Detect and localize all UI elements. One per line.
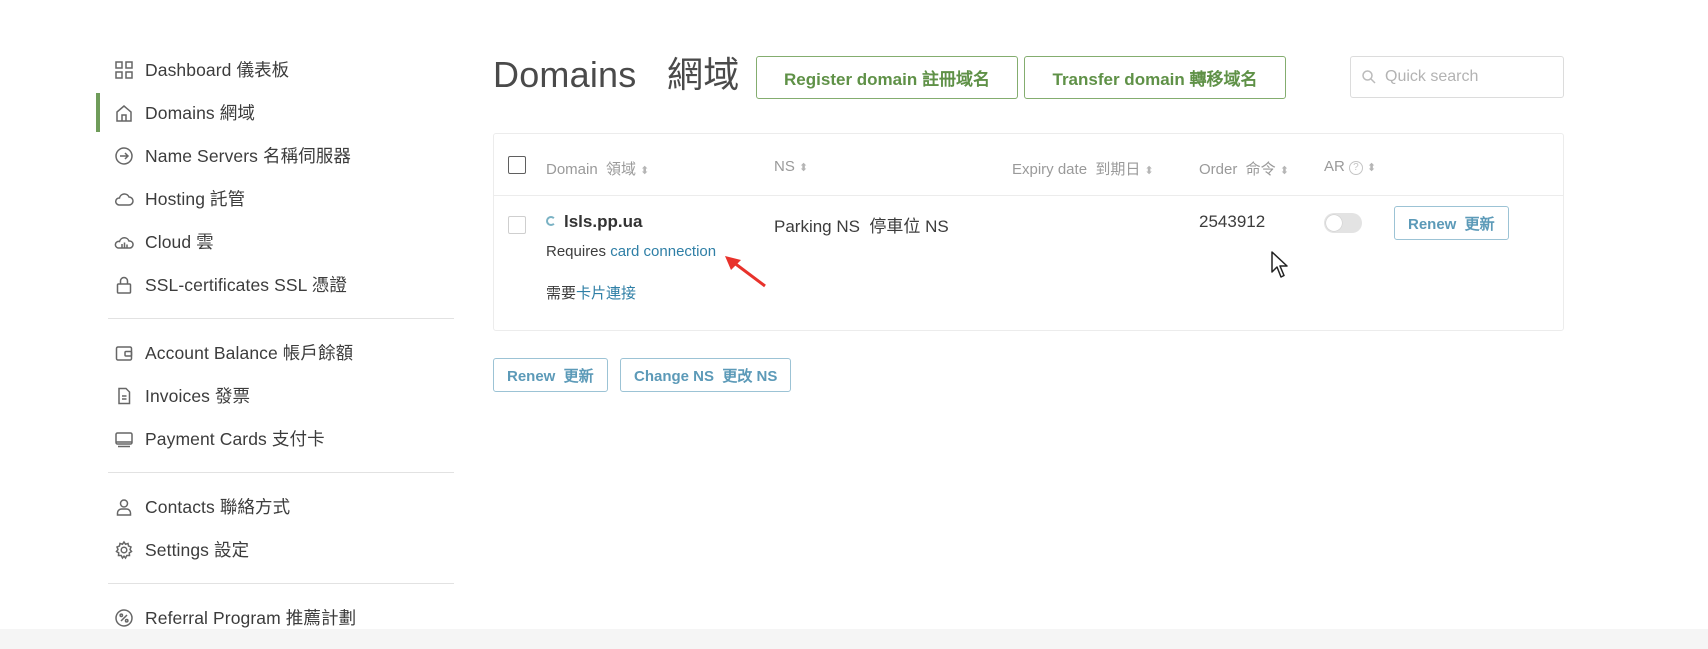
search-input[interactable] — [1385, 68, 1555, 86]
sidebar-item-dashboard[interactable]: Dashboard 儀表板 — [108, 48, 454, 91]
sidebar-item-contacts[interactable]: Contacts 聯絡方式 — [108, 485, 454, 528]
column-header-ns[interactable]: NS ⬍ — [774, 158, 808, 175]
column-header-expiry[interactable]: Expiry date 到期日 ⬍ — [1012, 158, 1154, 179]
sidebar-item-label: Payment Cards 支付卡 — [145, 429, 325, 449]
change-ns-button[interactable]: Change NS 更改 NS — [620, 358, 792, 392]
auto-renew-toggle[interactable] — [1324, 213, 1362, 233]
sidebar-item-invoices[interactable]: Invoices 發票 — [108, 374, 454, 417]
sidebar-item-label: Dashboard 儀表板 — [145, 60, 290, 80]
cloud-icon — [113, 188, 135, 210]
order-cell: 2543912 — [1199, 212, 1266, 231]
home-icon — [113, 102, 135, 124]
wallet-icon — [113, 342, 135, 364]
column-label: Order 命令 — [1199, 161, 1276, 178]
sidebar-item-label: Name Servers 名稱伺服器 — [145, 146, 351, 166]
card-icon — [113, 428, 135, 450]
sidebar-item-cloud[interactable]: Cloud 雲 — [108, 220, 454, 263]
sidebar-item-label: Cloud 雲 — [145, 232, 214, 252]
card-connection-link-zh[interactable]: 卡片連接 — [576, 285, 636, 302]
arrow-circle-icon — [113, 145, 135, 167]
transfer-domain-button[interactable]: Transfer domain 轉移域名 — [1024, 56, 1286, 99]
sidebar-item-label: Invoices 發票 — [145, 386, 251, 406]
sort-icon: ⬍ — [640, 165, 650, 177]
sidebar-item-label: Settings 設定 — [145, 540, 250, 560]
mouse-cursor-icon — [1271, 251, 1288, 278]
sidebar-divider — [108, 472, 454, 473]
gear-icon — [113, 539, 135, 561]
document-icon — [113, 385, 135, 407]
column-label: NS — [774, 158, 795, 175]
column-header-order[interactable]: Order 命令 ⬍ — [1199, 158, 1289, 179]
sidebar-item-label: Domains 網域 — [145, 103, 255, 123]
domains-table: Domain 領域 ⬍ NS ⬍ Expiry date 到期日 ⬍ Order 命令… — [493, 133, 1564, 331]
column-header-domain[interactable]: Domain 領域 ⬍ — [546, 158, 649, 179]
requires-note: Requires card connection — [546, 243, 716, 260]
requires-note-zh: 需要卡片連接 — [546, 282, 636, 303]
sidebar-divider — [108, 583, 454, 584]
row-renew-button[interactable]: Renew 更新 — [1394, 206, 1509, 240]
domain-cell: lsls.pp.ua — [546, 212, 642, 232]
sort-icon: ⬍ — [798, 162, 809, 174]
user-icon — [113, 496, 135, 518]
column-label: AR — [1324, 158, 1345, 175]
column-label: Expiry date 到期日 — [1012, 161, 1141, 178]
sidebar-item-label: SSL-certificates SSL 憑證 — [145, 275, 347, 295]
annotation-arrow-icon — [725, 256, 766, 288]
sort-icon: ⬍ — [1144, 165, 1154, 177]
search-icon — [1361, 69, 1377, 85]
sidebar-item-ssl[interactable]: SSL-certificates SSL 憑證 — [108, 263, 454, 306]
bulk-renew-button[interactable]: Renew 更新 — [493, 358, 608, 392]
cloud-chart-icon — [113, 231, 135, 253]
sidebar-divider — [108, 318, 454, 319]
row-checkbox[interactable] — [508, 216, 526, 234]
sidebar-item-payment-cards[interactable]: Payment Cards 支付卡 — [108, 417, 454, 460]
grid-icon — [113, 59, 135, 81]
sidebar-item-label: Hosting 託管 — [145, 189, 246, 209]
loading-spinner-icon — [546, 216, 556, 226]
sort-icon: ⬍ — [1366, 162, 1377, 174]
sidebar: Dashboard 儀表板 Domains 網域 Name Servers 名稱… — [96, 48, 454, 639]
select-all-checkbox[interactable] — [508, 156, 526, 174]
sidebar-item-label: Account Balance 帳戶餘額 — [145, 343, 354, 363]
sidebar-item-name-servers[interactable]: Name Servers 名稱伺服器 — [108, 134, 454, 177]
search-box — [1350, 56, 1564, 98]
page-title: Domains 網域 — [493, 54, 740, 95]
sidebar-item-account-balance[interactable]: Account Balance 帳戶餘額 — [108, 331, 454, 374]
register-domain-button[interactable]: Register domain 註冊域名 — [756, 56, 1018, 99]
sort-icon: ⬍ — [1279, 165, 1289, 177]
column-header-ar[interactable]: AR? ⬍ — [1324, 158, 1376, 175]
sidebar-item-referral[interactable]: Referral Program 推薦計劃 — [108, 596, 454, 639]
requires-text: Requires — [546, 243, 611, 260]
lock-icon — [113, 274, 135, 296]
ns-cell: Parking NS 停車位 NS — [774, 217, 949, 236]
sidebar-item-domains[interactable]: Domains 網域 — [96, 91, 454, 134]
card-connection-link[interactable]: card connection — [610, 243, 716, 260]
sidebar-item-label: Referral Program 推薦計劃 — [145, 608, 357, 628]
requires-text-zh: 需要 — [546, 285, 577, 302]
sidebar-item-settings[interactable]: Settings 設定 — [108, 528, 454, 571]
sidebar-item-hosting[interactable]: Hosting 託管 — [108, 177, 454, 220]
percent-icon — [113, 607, 135, 629]
domain-name-link[interactable]: lsls.pp.ua — [564, 212, 642, 231]
column-label: Domain 領域 — [546, 161, 637, 178]
help-icon[interactable]: ? — [1348, 161, 1363, 175]
sidebar-item-label: Contacts 聯絡方式 — [145, 497, 291, 517]
table-header: Domain 領域 ⬍ NS ⬍ Expiry date 到期日 ⬍ Order 命令… — [494, 134, 1563, 196]
